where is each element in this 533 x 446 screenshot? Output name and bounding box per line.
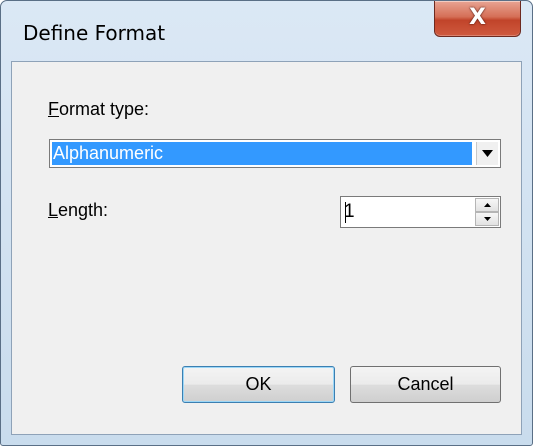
ok-button[interactable]: OK [182,366,335,403]
length-label-text: ength: [58,200,109,220]
define-format-dialog: Define Format X Format type: Alphanumeri… [0,0,533,446]
cancel-button[interactable]: Cancel [350,366,501,403]
length-label: Length: [48,200,108,221]
spinner-buttons [475,198,499,226]
chevron-down-icon[interactable] [476,142,498,165]
dialog-client-area: Format type: Alphanumeric Length: 1 OK C… [11,61,522,435]
close-icon: X [469,5,486,30]
format-type-label: Format type: [48,99,149,120]
format-type-dropdown[interactable]: Alphanumeric [49,139,501,168]
spin-down-icon[interactable] [475,212,499,226]
length-spinner[interactable]: 1 [340,196,501,228]
window-title: Define Format [23,21,166,45]
length-label-mnemonic: L [48,200,59,220]
format-type-label-text: ormat type: [59,99,150,119]
spin-up-icon[interactable] [475,198,499,212]
format-type-label-mnemonic: F [48,99,59,119]
title-bar[interactable]: Define Format X [1,1,532,61]
length-input[interactable]: 1 [344,201,355,223]
format-type-selected-value: Alphanumeric [52,142,472,165]
close-button[interactable]: X [434,1,521,37]
